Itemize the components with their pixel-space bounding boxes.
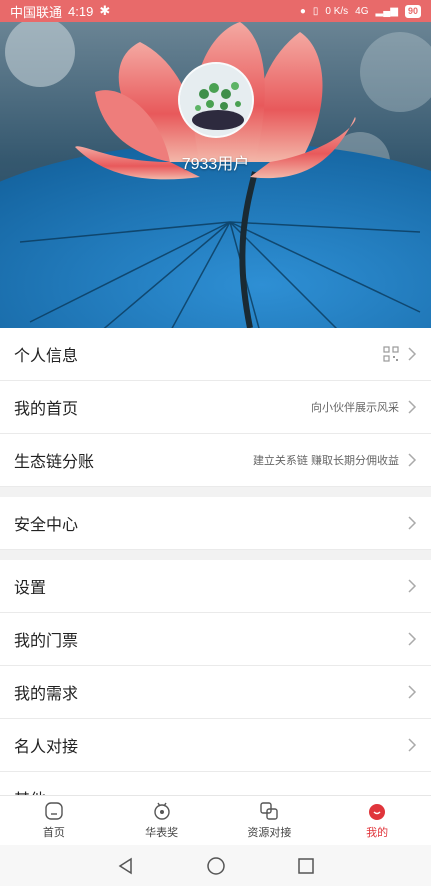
menu-list: 个人信息 我的首页 向小伙伴展示风采 生态链分账 建立关系链 赚取长期分佣收益 … [0,328,431,825]
net-speed: 0 K/s [325,5,349,17]
menu-item-label: 我的门票 [14,633,79,650]
menu-item-personal-info[interactable]: 个人信息 [0,328,431,381]
bottom-tab-bar: 首页 华表奖 资源对接 我的 [0,795,431,845]
tab-home[interactable]: 首页 [0,796,108,845]
menu-item-label: 名人对接 [14,739,79,756]
menu-item-needs[interactable]: 我的需求 [0,666,431,719]
chevron-right-icon [408,400,417,414]
chevron-right-icon [408,453,417,467]
status-right: ● ▯ 0 K/s 4G ▂▄▆ 90 [299,4,421,18]
tab-award[interactable]: 华表奖 [108,796,216,845]
tab-label: 华表奖 [145,827,179,839]
battery-icon: 90 [404,4,421,18]
menu-item-my-home[interactable]: 我的首页 向小伙伴展示风采 [0,381,431,434]
tab-label: 首页 [42,827,65,839]
menu-item-label: 生态链分账 [14,454,95,471]
award-icon [153,802,170,820]
menu-item-hint: 向小伙伴展示风采 [311,402,399,414]
chevron-right-icon [408,516,417,530]
system-navigation-bar [0,845,431,886]
chevron-right-icon [408,738,417,752]
bluetooth-icon: ✱ [99,3,111,18]
tab-mine[interactable]: 我的 [323,796,431,845]
chevron-right-icon [408,579,417,593]
tab-label: 我的 [366,827,389,839]
home-button-icon[interactable] [206,856,226,876]
signal-label: 4G [355,5,369,17]
chevron-right-icon [408,347,417,361]
menu-item-hint: 建立关系链 赚取长期分佣收益 [252,455,399,467]
menu-item-label: 安全中心 [14,517,79,534]
profile-icon [369,804,386,820]
menu-item-label: 个人信息 [14,348,79,365]
status-left: 中国联通 4:19 ✱ [10,2,110,21]
location-icon: ● [299,5,306,17]
tab-resources[interactable]: 资源对接 [216,796,324,845]
recents-icon[interactable] [296,856,316,876]
username: 7933用户 [181,156,250,173]
carrier-label: 中国联通 [10,4,63,20]
menu-item-settings[interactable]: 设置 [0,560,431,613]
menu-item-eco-chain[interactable]: 生态链分账 建立关系链 赚取长期分佣收益 [0,434,431,487]
vibrate-icon: ▯ [312,5,319,17]
clock: 4:19 [68,3,94,19]
back-icon[interactable] [116,856,136,876]
link-icon [260,802,279,820]
menu-item-celebrity[interactable]: 名人对接 [0,719,431,772]
avatar[interactable] [178,62,254,138]
qr-code-icon[interactable] [383,346,399,362]
menu-item-security[interactable]: 安全中心 [0,497,431,550]
home-icon [45,802,63,820]
signal-icon: ▂▄▆ [375,5,398,17]
menu-item-label: 设置 [14,580,47,597]
tab-label: 资源对接 [247,827,292,839]
chevron-right-icon [408,632,417,646]
menu-item-tickets[interactable]: 我的门票 [0,613,431,666]
profile-header-banner: 7933用户 [0,22,431,328]
menu-item-label: 我的首页 [14,401,79,418]
chevron-right-icon [408,685,417,699]
status-bar: 中国联通 4:19 ✱ ● ▯ 0 K/s 4G ▂▄▆ 90 [0,0,431,22]
menu-item-label: 我的需求 [14,686,79,703]
section-divider [0,487,431,497]
section-divider [0,550,431,560]
